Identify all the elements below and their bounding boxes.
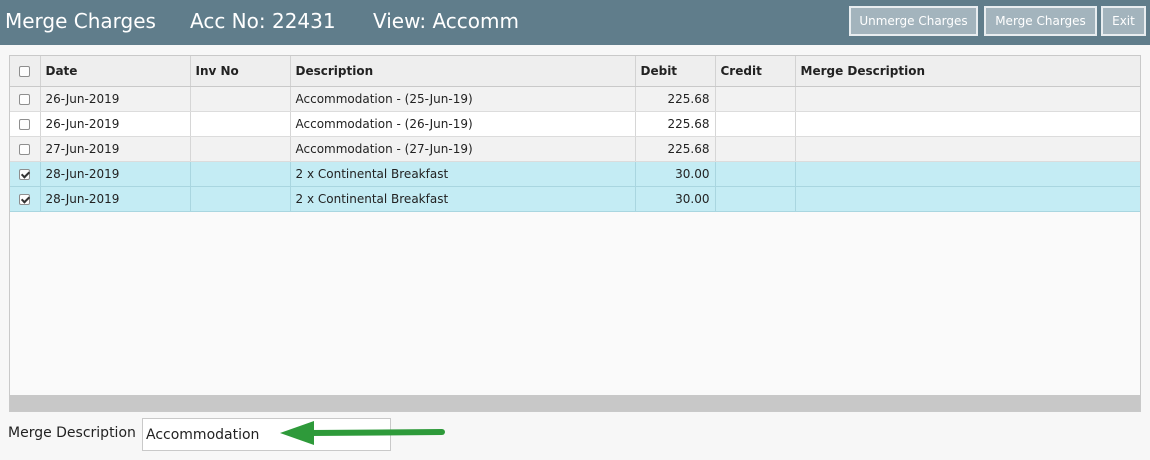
credit-cell — [715, 136, 796, 162]
column-header-inv-no[interactable]: Inv No — [190, 56, 291, 87]
merge-description-cell — [795, 86, 1140, 112]
merge-description-cell — [795, 161, 1140, 187]
row-select-cell — [10, 186, 41, 212]
header-row: Date Inv No Description Debit Credit Mer… — [10, 56, 1140, 87]
table-row[interactable]: 28-Jun-2019 2 x Continental Breakfast 30.0… — [10, 186, 1140, 212]
row-checkbox[interactable] — [19, 168, 31, 180]
date-cell: 27-Jun-2019 — [40, 136, 191, 162]
merge-description-cell — [795, 186, 1140, 212]
credit-cell — [715, 86, 796, 112]
debit-cell: 225.68 — [635, 136, 716, 162]
unmerge-charges-button[interactable]: Unmerge Charges — [849, 6, 978, 36]
row-checkbox[interactable] — [19, 118, 31, 130]
arrow-left-icon — [280, 421, 445, 445]
row-checkbox[interactable] — [19, 143, 31, 155]
table-row[interactable]: 26-Jun-2019 Accommodation - (26-Jun-19) 22… — [10, 111, 1140, 137]
account-number: Acc No: 22431 — [190, 9, 336, 33]
select-all-checkbox[interactable] — [19, 65, 31, 77]
date-cell: 26-Jun-2019 — [40, 111, 191, 137]
debit-cell: 225.68 — [635, 86, 716, 112]
merge-charges-button[interactable]: Merge Charges — [984, 6, 1097, 36]
title-bar: Merge Charges Acc No: 22431 View: Accomm… — [0, 0, 1150, 45]
merge-description-label: Merge Description — [8, 425, 136, 441]
row-checkbox[interactable] — [19, 193, 31, 205]
credit-cell — [715, 161, 796, 187]
merge-description-cell — [795, 111, 1140, 137]
merge-description-cell — [795, 136, 1140, 162]
debit-cell: 30.00 — [635, 161, 716, 187]
description-cell: 2 x Continental Breakfast — [290, 186, 636, 212]
column-header-date[interactable]: Date — [40, 56, 191, 87]
row-select-cell — [10, 111, 41, 137]
debit-cell: 225.68 — [635, 111, 716, 137]
table-row[interactable]: 26-Jun-2019 Accommodation - (25-Jun-19) 22… — [10, 86, 1140, 112]
column-header-merge-description[interactable]: Merge Description — [795, 56, 1140, 87]
exit-button[interactable]: Exit — [1101, 6, 1146, 36]
debit-cell: 30.00 — [635, 186, 716, 212]
row-select-cell — [10, 136, 41, 162]
credit-cell — [715, 111, 796, 137]
inv-no-cell — [190, 161, 291, 187]
description-cell: Accommodation - (25-Jun-19) — [290, 86, 636, 112]
inv-no-cell — [190, 111, 291, 137]
column-header-credit[interactable]: Credit — [715, 56, 796, 87]
credit-cell — [715, 186, 796, 212]
row-checkbox[interactable] — [19, 93, 31, 105]
row-select-cell — [10, 161, 41, 187]
view-label: View: Accomm — [373, 9, 519, 33]
inv-no-cell — [190, 136, 291, 162]
date-cell: 26-Jun-2019 — [40, 86, 191, 112]
date-cell: 28-Jun-2019 — [40, 161, 191, 187]
description-cell: Accommodation - (26-Jun-19) — [290, 111, 636, 137]
table-row[interactable]: 27-Jun-2019 Accommodation - (27-Jun-19) 22… — [10, 136, 1140, 162]
row-select-cell — [10, 86, 41, 112]
inv-no-cell — [190, 86, 291, 112]
description-cell: Accommodation - (27-Jun-19) — [290, 136, 636, 162]
table-row[interactable]: 28-Jun-2019 2 x Continental Breakfast 30.0… — [10, 161, 1140, 187]
horizontal-scrollbar[interactable] — [10, 395, 1140, 411]
select-all-cell — [10, 56, 41, 87]
charges-grid: Date Inv No Description Debit Credit Mer… — [9, 55, 1141, 412]
date-cell: 28-Jun-2019 — [40, 186, 191, 212]
column-header-debit[interactable]: Debit — [635, 56, 716, 87]
column-header-description[interactable]: Description — [290, 56, 636, 87]
inv-no-cell — [190, 186, 291, 212]
description-cell: 2 x Continental Breakfast — [290, 161, 636, 187]
charges-table: Date Inv No Description Debit Credit Mer… — [10, 56, 1140, 212]
page-title: Merge Charges — [5, 9, 156, 33]
